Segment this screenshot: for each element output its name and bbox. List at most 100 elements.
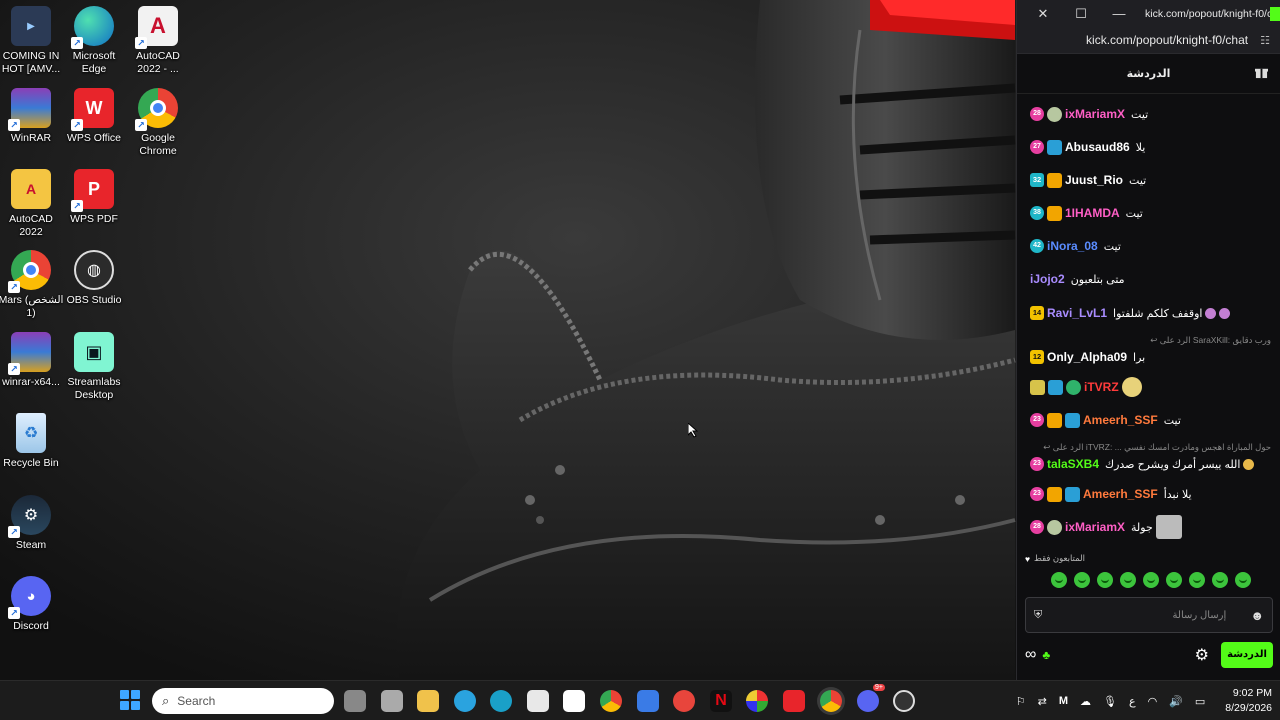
widgets-icon[interactable] — [381, 690, 403, 712]
chat-message[interactable]: متى بتلعبون iJojo2 — [1016, 267, 1280, 291]
onedrive-icon[interactable]: ☁ — [1080, 695, 1091, 708]
minimize-icon[interactable]: — — [1107, 6, 1131, 21]
clock-date: 8/29/2026 — [1225, 702, 1272, 714]
settings-gear-icon[interactable]: ⚙ — [1195, 645, 1209, 665]
emote-icon[interactable] — [1120, 572, 1136, 588]
url-text[interactable]: kick.com/popout/knight-f0/chat — [1086, 33, 1248, 47]
windows-start-icon[interactable] — [120, 690, 140, 710]
emoji-picker-icon[interactable]: ☻ — [1250, 608, 1264, 623]
desktop-icon-streamlabs[interactable]: ▣ Streamlabs Desktop — [63, 332, 125, 402]
wifi-icon[interactable]: ◠ — [1148, 695, 1158, 708]
chat-send-button[interactable]: الدردشة — [1221, 642, 1273, 668]
desktop-icon-chrome-profile[interactable]: ↗ Mars (الشخص 1) — [0, 250, 63, 320]
chat-message[interactable]: برا Only_Alpha09 12 — [1016, 345, 1280, 369]
chat-message[interactable]: تيت ixMariamX 28 — [1016, 102, 1280, 126]
desktop-icon-autocad[interactable]: A ↗ AutoCAD 2022 - ... — [127, 6, 189, 76]
followers-only-label: المتابعون فقط — [1034, 553, 1085, 563]
chat-username[interactable]: Ravi_LvL1 — [1047, 306, 1107, 320]
microphone-icon[interactable]: 🎙 — [1103, 695, 1117, 708]
desktop-icon-autocad-folder[interactable]: A AutoCAD 2022 — [0, 169, 62, 239]
window-title: kick.com/popout/knight-f0/c... — [1145, 7, 1270, 20]
tray-m-icon[interactable]: M — [1059, 695, 1068, 707]
desktop-icon-steam[interactable]: ⚙ ↗ Steam — [0, 495, 62, 552]
crown-badge-icon — [1047, 205, 1062, 221]
volume-icon[interactable]: 🔊 — [1169, 695, 1183, 708]
chat-message[interactable]: تيت Ameerh_SSF 23 — [1016, 408, 1280, 432]
wps-office-icon[interactable] — [783, 690, 805, 712]
desktop-icon-label: Steam — [15, 539, 47, 551]
chat-message[interactable]: اوقفف كلكم شلفتوا Ravi_LvL1 14 — [1016, 301, 1280, 325]
desktop-icon-chrome[interactable]: ↗ Google Chrome — [127, 88, 189, 158]
desktop-icon-discord[interactable]: ◕ ↗ Discord — [0, 576, 62, 633]
chat-username[interactable]: iJojo2 — [1030, 272, 1065, 286]
clock[interactable]: 9:02 PM 8/29/2026 — [1225, 686, 1272, 716]
emote-icon[interactable] — [1143, 572, 1159, 588]
chat-message[interactable]: iTVRZ — [1016, 375, 1280, 399]
chat-message[interactable]: تيت iNora_08 42 — [1016, 234, 1280, 258]
chrome-active-icon[interactable] — [820, 690, 842, 712]
chat-message[interactable]: جولة ixMariamX 28 — [1016, 515, 1280, 539]
pdf-reader-icon[interactable] — [673, 690, 695, 712]
language-indicator[interactable]: ع — [1129, 695, 1136, 708]
chat-message-input[interactable] — [1066, 609, 1227, 621]
chat-username[interactable]: Abusaud86 — [1065, 140, 1130, 154]
emote-icon[interactable] — [1166, 572, 1182, 588]
chat-message[interactable]: يلا نبدأ Ameerh_SSF 23 — [1016, 482, 1280, 506]
desktop-icon-edge[interactable]: ↗ Microsoft Edge — [63, 6, 125, 76]
chrome-icon: ↗ — [135, 88, 178, 131]
tray-app-icon[interactable]: ⚐ — [1016, 695, 1026, 708]
desktop-icon-winrar-installer[interactable]: ↗ winrar-x64... — [0, 332, 62, 389]
desktop-icon-wps-office[interactable]: W ↗ WPS Office — [63, 88, 125, 145]
site-settings-icon[interactable]: ☷ — [1260, 34, 1270, 47]
chrome-icon[interactable] — [600, 690, 622, 712]
close-icon[interactable]: ✕ — [1031, 6, 1055, 22]
chat-message[interactable]: يلا Abusaud86 27 — [1016, 135, 1280, 159]
emote-icon[interactable] — [1051, 572, 1067, 588]
chat-username[interactable]: Juust_Rio — [1065, 173, 1123, 187]
subscriber-badge: 42 — [1030, 239, 1044, 253]
emote-icon[interactable] — [1235, 572, 1251, 588]
address-bar[interactable]: kick.com/popout/knight-f0/chat ☷ — [1017, 27, 1280, 54]
kick-points-icon[interactable]: ♣ — [1042, 648, 1050, 662]
chat-message[interactable]: تيت 1IHAMDA 38 — [1016, 201, 1280, 225]
chat-header: الدردشة — [1017, 54, 1280, 94]
emote-icon[interactable] — [1212, 572, 1228, 588]
chat-message[interactable]: الله ييسر أمرك ويشرح صدرك talaSXB4 23 — [1016, 452, 1280, 476]
emote-icon[interactable] — [1097, 572, 1113, 588]
infinity-icon[interactable]: ∞ — [1025, 646, 1036, 664]
desktop-icon-video[interactable]: ▶ COMING IN HOT [AMV... — [0, 6, 62, 76]
chat-username[interactable]: Ameerh_SSF — [1083, 413, 1158, 427]
chat-username[interactable]: 1IHAMDA — [1065, 206, 1120, 220]
chat-username[interactable]: ixMariamX — [1065, 107, 1125, 121]
colorful-app-icon[interactable] — [746, 690, 768, 712]
chat-username[interactable]: Only_Alpha09 — [1047, 350, 1127, 364]
microsoft-store-icon[interactable] — [527, 690, 549, 712]
chat-username[interactable]: Ameerh_SSF — [1083, 487, 1158, 501]
maximize-icon[interactable]: ☐ — [1069, 6, 1093, 22]
desktop-icon-obs[interactable]: ◍ OBS Studio — [63, 250, 125, 307]
chat-username[interactable]: iNora_08 — [1047, 239, 1098, 253]
obs-icon[interactable] — [893, 690, 915, 712]
emote-icon[interactable] — [1189, 572, 1205, 588]
discord-icon[interactable]: 9+ — [857, 684, 885, 712]
emote-icon[interactable] — [1074, 572, 1090, 588]
desktop-icon-winrar[interactable]: ↗ WinRAR — [0, 88, 62, 145]
desktop-icon-recycle-bin[interactable]: ♻ Recycle Bin — [0, 413, 62, 470]
mail-icon[interactable] — [563, 690, 585, 712]
desktop-icon-wps-pdf[interactable]: P ↗ WPS PDF — [63, 169, 125, 226]
tray-sync-icon[interactable]: ⇄ — [1038, 695, 1047, 708]
chat-username[interactable]: iTVRZ — [1084, 380, 1119, 394]
taskbar-search-box[interactable]: ⌕ Search — [152, 688, 334, 714]
telegram-icon[interactable] — [454, 690, 476, 712]
shield-icon[interactable]: ⛨ — [1034, 609, 1042, 622]
chat-username[interactable]: talaSXB4 — [1047, 457, 1099, 471]
file-explorer-icon[interactable] — [417, 690, 439, 712]
chat-message[interactable]: تيت Juust_Rio 32 — [1016, 168, 1280, 192]
battery-icon[interactable]: ▭ — [1195, 695, 1205, 708]
task-view-icon[interactable] — [344, 690, 366, 712]
edge-icon[interactable] — [490, 690, 512, 712]
netflix-icon[interactable]: N — [710, 690, 732, 712]
gift-icon[interactable] — [1255, 66, 1268, 79]
messaging-icon[interactable] — [637, 690, 659, 712]
chat-username[interactable]: ixMariamX — [1065, 520, 1125, 534]
